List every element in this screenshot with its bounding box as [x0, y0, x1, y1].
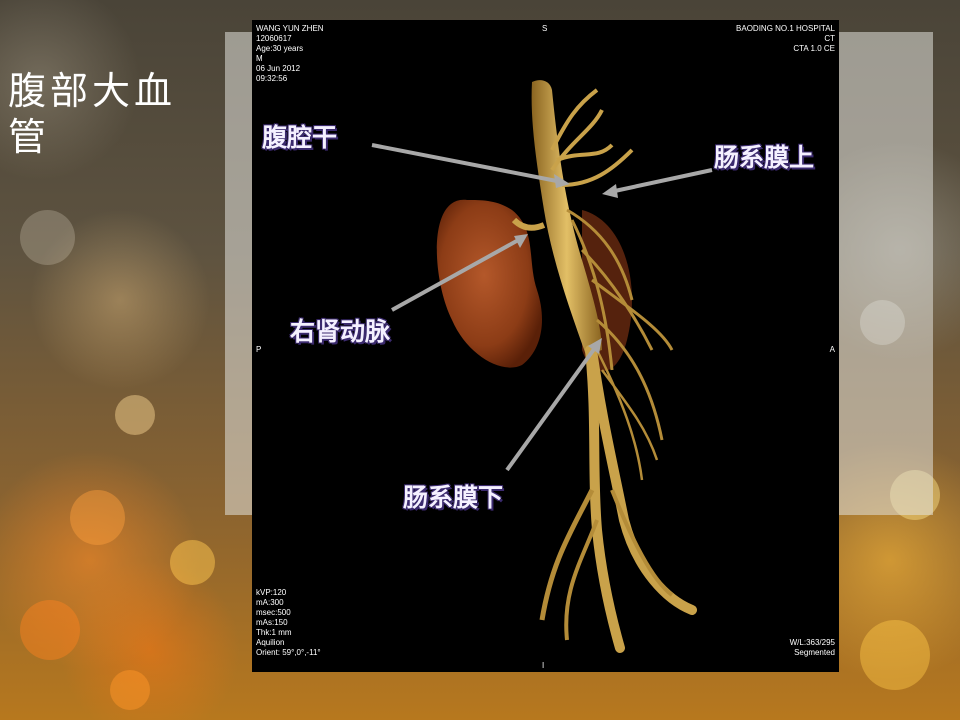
celiac-branches — [550, 88, 634, 187]
patient-info: WANG YUN ZHEN 12060617 Age:30 years M 06… — [256, 24, 324, 84]
bokeh-light — [20, 600, 80, 660]
patient-sex: M — [256, 54, 263, 63]
orientation-top: S — [542, 24, 548, 33]
render-mode: Segmented — [794, 648, 835, 657]
param-thickness: Thk:1 mm — [256, 628, 292, 637]
iliac-branch — [564, 519, 599, 641]
bokeh-light — [110, 670, 150, 710]
bokeh-light — [860, 620, 930, 690]
bokeh-light — [20, 210, 75, 265]
orientation-right: A — [829, 345, 835, 354]
scanner-model: Aquilion — [256, 638, 285, 647]
orientation-readout: Orient: 59°,0°,-11° — [256, 648, 321, 657]
study-time: 09:32:56 — [256, 74, 288, 83]
window-info: W/L:363/295 Segmented — [790, 638, 835, 658]
orientation-left: P — [256, 345, 262, 354]
patient-age: Age:30 years — [256, 44, 304, 53]
patient-name: WANG YUN ZHEN — [256, 24, 324, 33]
label-inferior-mesenteric: 肠系膜下 — [403, 483, 504, 512]
patient-id: 12060617 — [256, 34, 292, 43]
study-date: 06 Jun 2012 — [256, 64, 301, 73]
series-name: CTA 1.0 CE — [793, 44, 835, 53]
param-msec: msec:500 — [256, 608, 291, 617]
bokeh-light — [115, 395, 155, 435]
window-level: W/L:363/295 — [789, 638, 835, 647]
hospital-name: BAODING NO.1 HOSPITAL — [736, 24, 835, 33]
label-superior-mesenteric: 肠系膜上 — [714, 143, 815, 172]
param-mas: mAs:150 — [256, 618, 288, 627]
label-celiac-trunk: 腹腔干 — [262, 123, 338, 152]
institution-info: BAODING NO.1 HOSPITAL CT CTA 1.0 CE — [736, 24, 835, 54]
arrow-celiac — [371, 143, 563, 184]
right-renal-artery — [511, 217, 546, 231]
orientation-bottom: I — [542, 661, 545, 670]
bokeh-light — [170, 540, 215, 585]
bokeh-light — [70, 490, 125, 545]
param-kvp: kVP:120 — [256, 588, 287, 597]
label-right-renal-artery: 右肾动脉 — [290, 317, 391, 346]
slide-title: 腹部大血管 — [8, 69, 177, 159]
arrow-sma — [609, 168, 713, 194]
modality: CT — [824, 34, 835, 43]
arrow-sma-head — [602, 184, 618, 198]
scan-parameters: kVP:120 mA:300 msec:500 mAs:150 Thk:1 mm… — [256, 588, 321, 658]
param-ma: mA:300 — [256, 598, 284, 607]
